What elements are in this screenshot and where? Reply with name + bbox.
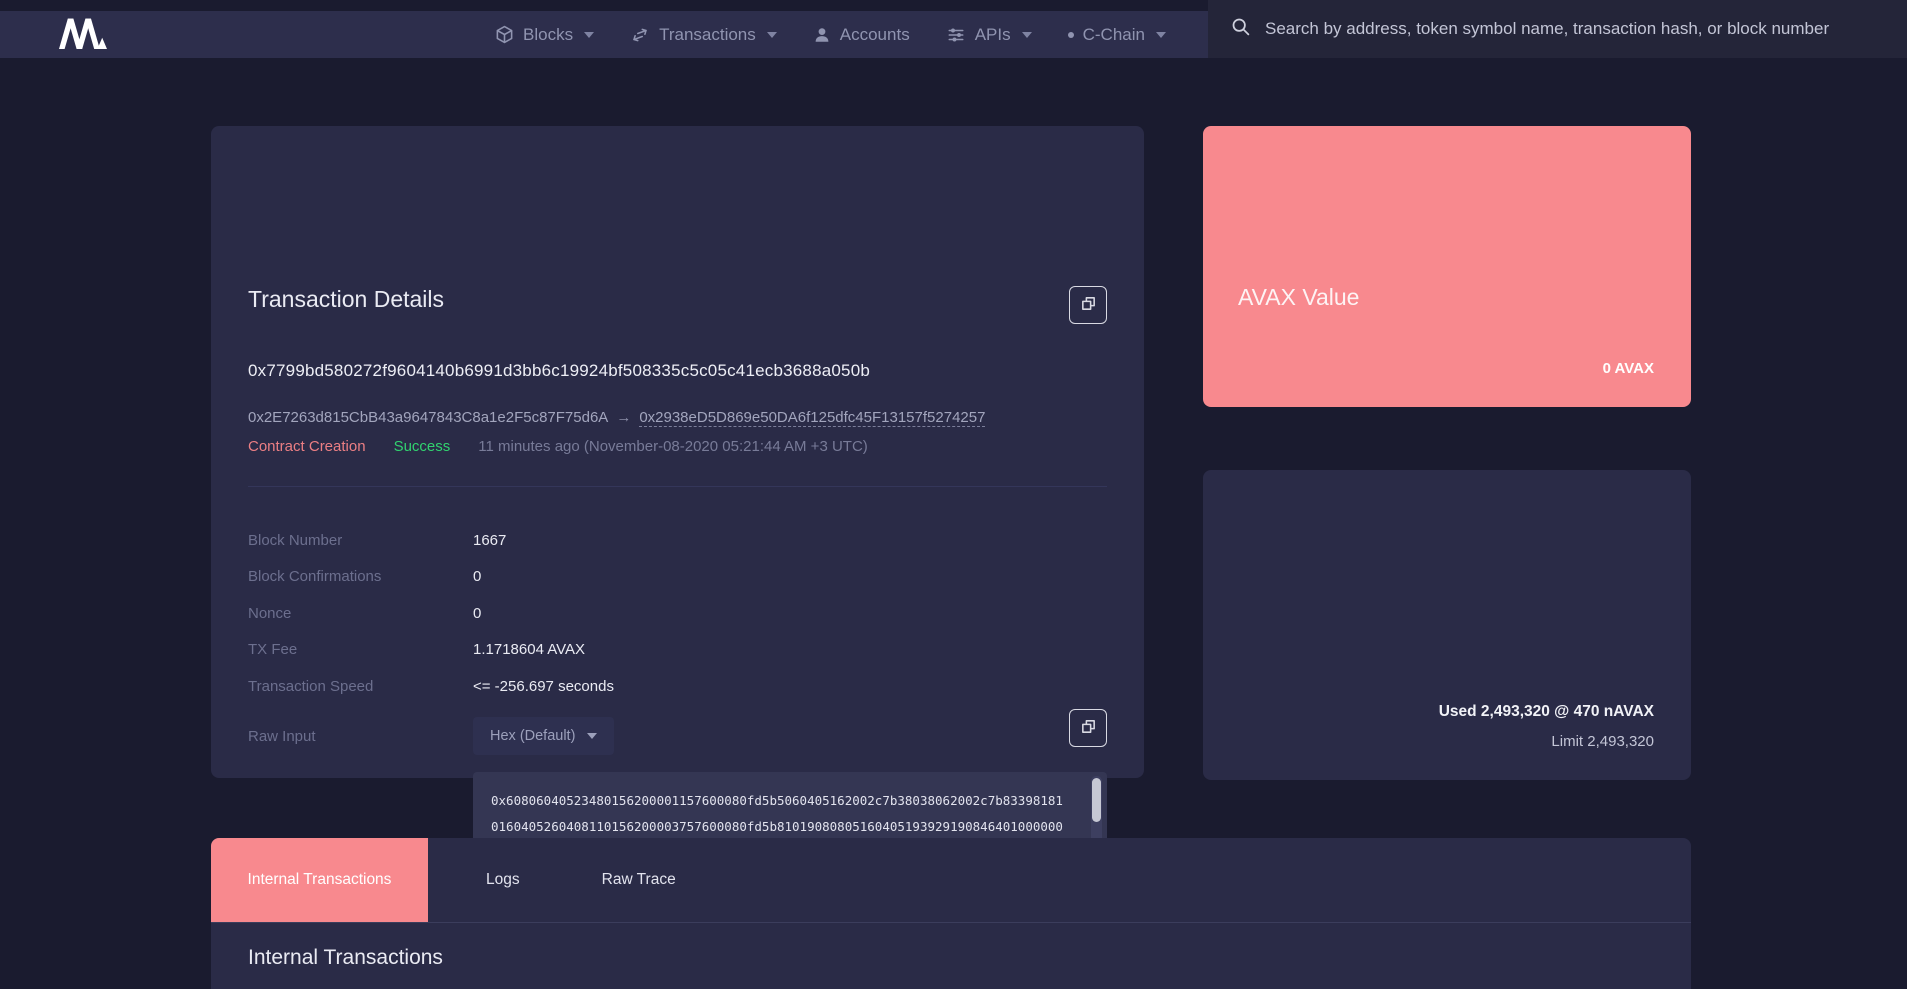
nav-item-cchain[interactable]: C-Chain [1068, 25, 1166, 45]
field-value: 0 [473, 605, 481, 622]
chevron-down-icon [1022, 32, 1032, 38]
transaction-hash: 0x7799bd580272f9604140b6991d3bb6c19924bf… [248, 361, 870, 381]
transaction-timestamp: 11 minutes ago (November-08-2020 05:21:4… [478, 438, 868, 455]
transaction-route: 0x2E7263d815CbB43a9647843C8a1e2F5c87F75d… [248, 409, 985, 427]
nav-item-blocks[interactable]: Blocks [495, 25, 594, 45]
avax-value-card: AVAX Value 0 AVAX [1203, 126, 1691, 407]
field-value: 1.1718604 AVAX [473, 641, 585, 658]
search-icon [1230, 16, 1251, 42]
copy-raw-input-button[interactable] [1069, 709, 1107, 747]
avalanche-logo-icon[interactable] [40, 17, 126, 49]
tab-internal-transactions[interactable]: Internal Transactions [211, 838, 428, 922]
field-label: Transaction Speed [248, 678, 473, 695]
nav-item-apis[interactable]: APIs [946, 25, 1032, 45]
gas-card: Gas Used 2,493,320 @ 470 nAVAX Limit 2,4… [1203, 470, 1691, 780]
field-row-tx-fee: TX Fee 1.1718604 AVAX [248, 632, 1107, 669]
transaction-fields: Block Number 1667 Block Confirmations 0 … [248, 522, 1107, 860]
arrow-right-icon: → [616, 409, 631, 426]
field-row-raw-input: Raw Input Hex (Default) [248, 717, 1107, 761]
avax-value-title: AVAX Value [1238, 284, 1359, 311]
cube-icon [495, 25, 514, 44]
raw-input-encoding-dropdown[interactable]: Hex (Default) [473, 717, 614, 755]
copy-transaction-button[interactable] [1069, 286, 1107, 324]
chevron-down-icon [587, 733, 597, 739]
gas-used-value: Used 2,493,320 @ 470 nAVAX [1439, 703, 1654, 721]
transaction-status-row: Contract Creation Success 11 minutes ago… [248, 438, 868, 455]
search-input[interactable] [1265, 19, 1907, 39]
nav-item-accounts[interactable]: Accounts [813, 25, 910, 45]
nav-item-label: Accounts [840, 25, 910, 45]
field-label: Block Confirmations [248, 568, 473, 585]
copy-icon [1080, 295, 1097, 315]
field-label: Block Number [248, 532, 473, 549]
chevron-down-icon [767, 32, 777, 38]
nav-item-label: Blocks [523, 25, 573, 45]
transaction-details-card: Transaction Details 0x7799bd580272f96041… [211, 126, 1144, 778]
nav-item-label: Transactions [659, 25, 756, 45]
hex-line: 0x60806040523480156200001157600080fd5b50… [491, 788, 1077, 814]
navbar-menu: Blocks Transactions Accounts [495, 11, 1231, 58]
transaction-details-title: Transaction Details [248, 286, 444, 313]
hex-line: 0160405260408110156200003757600080fd5b81… [491, 814, 1077, 840]
gas-limit-value: Limit 2,493,320 [1439, 733, 1654, 750]
transaction-type-badge: Contract Creation [248, 438, 366, 455]
to-address-link[interactable]: 0x2938eD5D869e50DA6f125dfc45F13157f52742… [639, 409, 985, 427]
field-label: TX Fee [248, 641, 473, 658]
transfer-arrows-icon [630, 26, 650, 44]
person-icon [813, 26, 831, 44]
scrollbar-thumb[interactable] [1092, 778, 1101, 822]
copy-icon [1080, 718, 1097, 738]
status-badge: Success [394, 438, 451, 455]
chain-dot-icon [1068, 32, 1074, 38]
nav-item-label: C-Chain [1083, 25, 1145, 45]
tab-raw-trace[interactable]: Raw Trace [592, 838, 686, 922]
from-address: 0x2E7263d815CbB43a9647843C8a1e2F5c87F75d… [248, 409, 608, 426]
field-row-nonce: Nonce 0 [248, 595, 1107, 632]
chevron-down-icon [584, 32, 594, 38]
field-row-block-number: Block Number 1667 [248, 522, 1107, 559]
nav-item-label: APIs [975, 25, 1011, 45]
tab-logs[interactable]: Logs [476, 838, 530, 922]
divider [248, 486, 1107, 487]
tab-bar: Internal Transactions Logs Raw Trace [211, 838, 1691, 923]
field-value: <= -256.697 seconds [473, 678, 614, 695]
field-row-block-confirmations: Block Confirmations 0 [248, 559, 1107, 596]
field-label: Raw Input [248, 717, 473, 745]
navbar: Blocks Transactions Accounts [0, 0, 1907, 58]
avax-value-amount: 0 AVAX [1603, 360, 1654, 377]
field-row-transaction-speed: Transaction Speed <= -256.697 seconds [248, 668, 1107, 705]
internal-transactions-heading: Internal Transactions [248, 946, 443, 970]
nav-item-transactions[interactable]: Transactions [630, 25, 777, 45]
gas-summary: Used 2,493,320 @ 470 nAVAX Limit 2,493,3… [1439, 703, 1654, 750]
raw-input-encoding-label: Hex (Default) [490, 728, 575, 744]
transaction-tabs-card: Internal Transactions Logs Raw Trace Int… [211, 838, 1691, 989]
field-value: 1667 [473, 532, 506, 549]
chevron-down-icon [1156, 32, 1166, 38]
field-label: Nonce [248, 605, 473, 622]
sliders-icon [946, 26, 966, 44]
field-value: 0 [473, 568, 481, 585]
search-bar [1208, 0, 1907, 58]
